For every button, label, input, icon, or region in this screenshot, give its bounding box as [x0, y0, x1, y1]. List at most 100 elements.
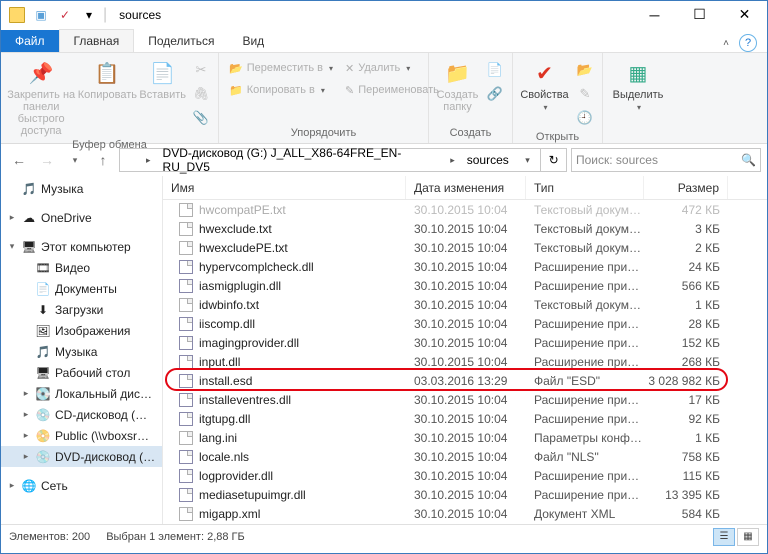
- file-type: Текстовый докум…: [526, 222, 644, 236]
- file-type: Расширение при…: [526, 355, 644, 369]
- forward-button[interactable]: →: [35, 148, 59, 172]
- address-dropdown[interactable]: ▾: [515, 148, 541, 172]
- newitem-button: 📄: [484, 59, 506, 81]
- sidebar-item[interactable]: ▸💽Локальный дис…: [1, 383, 162, 404]
- maximize-button[interactable]: ☐: [677, 1, 722, 28]
- search-input[interactable]: Поиск: sources 🔍: [571, 148, 761, 172]
- file-name: locale.nls: [199, 450, 249, 464]
- file-row[interactable]: migapp.xml30.10.2015 10:04Документ XML58…: [163, 504, 767, 523]
- expand-icon[interactable]: ▸: [21, 409, 31, 420]
- file-row[interactable]: logprovider.dll30.10.2015 10:04Расширени…: [163, 466, 767, 485]
- sidebar-item[interactable]: 🖼Изображения: [1, 320, 162, 341]
- refresh-button[interactable]: ↻: [540, 148, 566, 172]
- col-name[interactable]: Имя: [163, 176, 406, 199]
- file-name: imagingprovider.dll: [199, 336, 299, 350]
- help-button[interactable]: ?: [739, 34, 757, 52]
- file-row[interactable]: iasmigplugin.dll30.10.2015 10:04Расширен…: [163, 276, 767, 295]
- expand-icon[interactable]: ▸: [7, 480, 17, 491]
- file-date: 30.10.2015 10:04: [406, 431, 526, 445]
- ribbon-collapse[interactable]: ˄: [723, 38, 729, 49]
- sidebar-item[interactable]: 🖥Рабочий стол: [1, 362, 162, 383]
- file-row[interactable]: installeventres.dll30.10.2015 10:04Расши…: [163, 390, 767, 409]
- file-size: 17 КБ: [644, 393, 728, 407]
- sidebar-item[interactable]: ▾🖥Этот компьютер: [1, 236, 162, 257]
- file-name: install.esd: [199, 374, 252, 388]
- expand-icon[interactable]: ▸: [7, 212, 17, 223]
- ribbon-tabs: Файл Главная Поделиться Вид ˄ ?: [1, 28, 767, 53]
- col-type[interactable]: Тип: [526, 176, 644, 199]
- address-bar[interactable]: ▸ DVD-дисковод (G:) J_ALL_X86-64FRE_EN-R…: [119, 148, 567, 172]
- sidebar-item[interactable]: ▸💿DVD-дисковод (…: [1, 446, 162, 467]
- sidebar-item[interactable]: ⬇Загрузки: [1, 299, 162, 320]
- file-row[interactable]: hypervcomplcheck.dll30.10.2015 10:04Расш…: [163, 257, 767, 276]
- file-icon: [179, 336, 193, 350]
- file-type: Файл "ESD": [526, 374, 644, 388]
- file-row[interactable]: imagingprovider.dll30.10.2015 10:04Расши…: [163, 333, 767, 352]
- sidebar-item[interactable]: 🎵Музыка: [1, 341, 162, 362]
- expand-icon[interactable]: ▸: [21, 430, 31, 441]
- sidebar-item[interactable]: 📄Документы: [1, 278, 162, 299]
- expand-icon[interactable]: ▸: [21, 388, 31, 399]
- sidebar-item[interactable]: ▸💿CD-дисковод (…: [1, 404, 162, 425]
- crumb-folder[interactable]: sources: [461, 149, 515, 171]
- close-button[interactable]: ✕: [722, 1, 767, 28]
- file-row[interactable]: input.dll30.10.2015 10:04Расширение при……: [163, 352, 767, 371]
- titlebar[interactable]: ▣ ✓ ▾ | sources ─ ☐ ✕: [1, 1, 767, 28]
- file-row[interactable]: locale.nls30.10.2015 10:04Файл "NLS"758 …: [163, 447, 767, 466]
- col-size[interactable]: Размер: [644, 176, 728, 199]
- sidebar-item[interactable]: 🎵Музыка: [1, 178, 162, 199]
- file-name: input.dll: [199, 355, 240, 369]
- file-row[interactable]: hwexclude.txt30.10.2015 10:04Текстовый д…: [163, 219, 767, 238]
- tab-home[interactable]: Главная: [59, 29, 135, 52]
- sidebar-item[interactable]: ▸☁OneDrive: [1, 207, 162, 228]
- col-date[interactable]: Дата изменения: [406, 176, 526, 199]
- file-size: 28 КБ: [644, 317, 728, 331]
- expand-icon[interactable]: ▸: [21, 451, 31, 462]
- sidebar[interactable]: 🎵Музыка ▸☁OneDrive ▾🖥Этот компьютер🎞Видео📄…: [1, 176, 163, 524]
- properties-button[interactable]: ✔ Свойства ▾: [519, 57, 570, 112]
- file-header[interactable]: Имя Дата изменения Тип Размер: [163, 176, 767, 200]
- file-row[interactable]: hwexcludePE.txt30.10.2015 10:04Текстовый…: [163, 238, 767, 257]
- sidebar-item[interactable]: ▸📀Public (\\vboxsr…: [1, 425, 162, 446]
- copy-button: 📋 Копировать: [79, 57, 135, 101]
- file-list[interactable]: hwcompatPE.txt30.10.2015 10:04Текстовый …: [163, 200, 767, 524]
- select-button[interactable]: ▦ Выделить ▾: [609, 57, 667, 112]
- file-type: Расширение при…: [526, 412, 644, 426]
- qat-dropdown[interactable]: ▾: [79, 5, 99, 25]
- file-row[interactable]: lang.ini30.10.2015 10:04Параметры конф…1…: [163, 428, 767, 447]
- explorer-window: ▣ ✓ ▾ | sources ─ ☐ ✕ Файл Главная Подел…: [0, 0, 768, 554]
- sidebar-item-label: Музыка: [41, 182, 83, 196]
- sidebar-item[interactable]: 🎞Видео: [1, 257, 162, 278]
- qat-properties[interactable]: ▣: [31, 5, 51, 25]
- file-row[interactable]: iiscomp.dll30.10.2015 10:04Расширение пр…: [163, 314, 767, 333]
- file-row[interactable]: idwbinfo.txt30.10.2015 10:04Текстовый до…: [163, 295, 767, 314]
- open-button[interactable]: 📂: [574, 59, 596, 81]
- qat-newfolder[interactable]: ✓: [55, 5, 75, 25]
- file-row[interactable]: hwcompatPE.txt30.10.2015 10:04Текстовый …: [163, 200, 767, 219]
- file-name: hwexcludePE.txt: [199, 241, 288, 255]
- file-name: migapp.xml: [199, 507, 260, 521]
- sidebar-item[interactable]: ▸🌐Сеть: [1, 475, 162, 496]
- expand-icon[interactable]: ▾: [7, 241, 17, 252]
- view-icons[interactable]: ▦: [737, 528, 759, 546]
- sidebar-item-label: Видео: [55, 261, 90, 275]
- pin-button[interactable]: 📌 Закрепить на панели быстрого доступа: [7, 57, 75, 137]
- file-row[interactable]: install.esd03.03.2016 13:29Файл "ESD"3 0…: [163, 371, 767, 390]
- file-row[interactable]: itgtupg.dll30.10.2015 10:04Расширение пр…: [163, 409, 767, 428]
- back-button[interactable]: ←: [7, 148, 31, 172]
- crumb-drive-icon[interactable]: ▸: [120, 149, 157, 171]
- sidebar-item-label: Этот компьютер: [41, 240, 131, 254]
- delete-icon: ✕: [345, 62, 354, 75]
- copyto-icon: 📁: [229, 84, 243, 97]
- up-button[interactable]: ↑: [91, 148, 115, 172]
- crumb-drive[interactable]: DVD-дисковод (G:) J_ALL_X86-64FRE_EN-RU_…: [157, 149, 461, 171]
- search-icon: 🔍: [741, 153, 756, 167]
- tab-share[interactable]: Поделиться: [134, 30, 228, 52]
- view-details[interactable]: ☰: [713, 528, 735, 546]
- recent-dropdown[interactable]: ▾: [63, 148, 87, 172]
- file-row[interactable]: mediasetupuimgr.dll30.10.2015 10:04Расши…: [163, 485, 767, 504]
- tab-view[interactable]: Вид: [228, 30, 278, 52]
- group-organize-label: Упорядочить: [225, 125, 422, 143]
- tab-file[interactable]: Файл: [1, 30, 59, 52]
- minimize-button[interactable]: ─: [632, 1, 677, 28]
